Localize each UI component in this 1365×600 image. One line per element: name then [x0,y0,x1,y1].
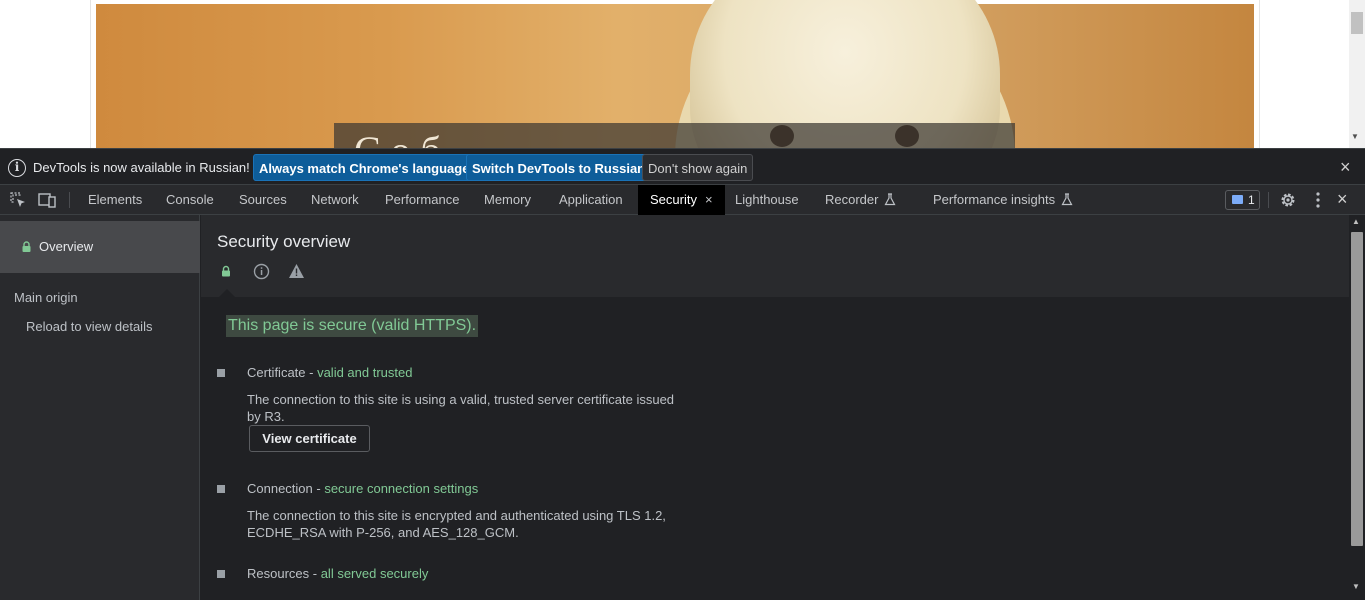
connection-status: secure connection settings [324,481,479,496]
tab-label: Recorder [825,192,879,207]
close-devtools-icon[interactable]: × [1337,189,1348,210]
experiment-flask-icon [1061,193,1073,206]
page-title: Security overview [217,232,351,251]
tab-label: Application [559,192,623,207]
tab-label: Performance [385,192,460,207]
view-certificate-button[interactable]: View certificate [249,425,370,452]
tab-application[interactable]: Application [559,185,623,215]
secure-lock-icon [222,265,230,277]
inspect-element-icon[interactable] [9,191,27,209]
scroll-down-arrow-icon[interactable]: ▼ [1351,132,1359,141]
sidebar-item-overview[interactable]: Overview [0,221,200,273]
device-toolbar-icon[interactable] [38,191,56,209]
devtools-tabbar: Elements Console Sources Network Perform… [0,185,1365,215]
security-summary: This page is secure (valid HTTPS). [226,315,479,337]
connection-label: Connection - [247,481,325,496]
page-frame-right [1259,0,1260,148]
sidebar-section-main-origin: Main origin [14,290,78,305]
more-options-icon[interactable] [1311,191,1325,209]
lock-icon [22,241,31,252]
always-match-language-button[interactable]: Always match Chrome's language [253,154,476,181]
tab-security[interactable]: Security × [638,185,725,215]
warning-triangle-icon [289,264,304,278]
tab-label: Lighthouse [735,192,799,207]
selected-indicator [219,289,235,297]
settings-gear-icon[interactable] [1279,191,1297,209]
tab-elements[interactable]: Elements [88,185,142,215]
overview-header: Security overview [201,215,1349,297]
tab-close-icon[interactable]: × [705,192,713,207]
tab-label: Elements [88,192,143,207]
tab-network[interactable]: Network [311,185,359,215]
tab-label: Network [311,192,359,207]
tab-label: Console [166,192,214,207]
certificate-status: valid and trusted [317,365,413,380]
tab-label: Security [650,192,697,207]
message-icon [1232,195,1243,204]
resources-label: Resources - [247,566,321,581]
section-bullet [217,485,225,493]
security-sidebar: Overview Main origin Reload to view deta… [0,215,200,600]
switch-to-russian-button[interactable]: Switch DevTools to Russian [466,154,652,181]
page-scroll-thumb[interactable] [1351,12,1363,34]
resources-title: Resources - all served securely [247,566,428,581]
connection-description: The connection to this site is encrypted… [247,508,666,540]
tab-console[interactable]: Console [166,185,214,215]
info-circle-icon [253,263,270,280]
scroll-up-arrow-icon[interactable]: ▲ [1352,217,1360,226]
section-bullet [217,369,225,377]
tab-label: Memory [484,192,531,207]
panel-scroll-thumb[interactable] [1351,232,1363,546]
dont-show-again-button[interactable]: Don't show again [642,154,754,181]
issues-counter-button[interactable]: 1 [1225,190,1260,210]
hero-caption: C о б [334,123,1015,148]
tab-lighthouse[interactable]: Lighthouse [735,185,799,215]
tab-memory[interactable]: Memory [484,185,531,215]
toolbar-divider [1268,192,1269,208]
security-overview-panel: Security overview This page is secure (v… [201,215,1349,600]
sidebar-item-label: Overview [39,239,94,254]
tab-label: Performance insights [933,192,1056,207]
scroll-down-arrow-icon[interactable]: ▼ [1352,582,1360,591]
infobar-message: DevTools is now available in Russian! [33,160,250,175]
hero-caption-text: C о б [354,127,441,148]
language-infobar: i DevTools is now available in Russian! … [0,148,1365,185]
issues-count: 1 [1248,193,1255,207]
certificate-label: Certificate - [247,365,318,380]
sidebar-item-reload[interactable]: Reload to view details [26,319,152,334]
certificate-title: Certificate - valid and trusted [247,365,412,380]
info-icon: i [8,159,26,177]
connection-title: Connection - secure connection settings [247,481,478,496]
tabbar-divider [69,192,70,208]
tab-sources[interactable]: Sources [239,185,287,215]
certificate-description: The connection to this site is using a v… [247,392,675,424]
tab-recorder[interactable]: Recorder [825,185,896,215]
page-viewport: C о б ▼ [0,0,1365,148]
resources-status: all served securely [320,566,429,581]
tab-label: Sources [239,192,287,207]
tab-performance-insights[interactable]: Performance insights [933,185,1073,215]
infobar-close-icon[interactable]: × [1340,157,1351,178]
section-bullet [217,570,225,578]
experiment-flask-icon [884,193,896,206]
tab-performance[interactable]: Performance [385,185,459,215]
page-frame-left [90,0,91,148]
